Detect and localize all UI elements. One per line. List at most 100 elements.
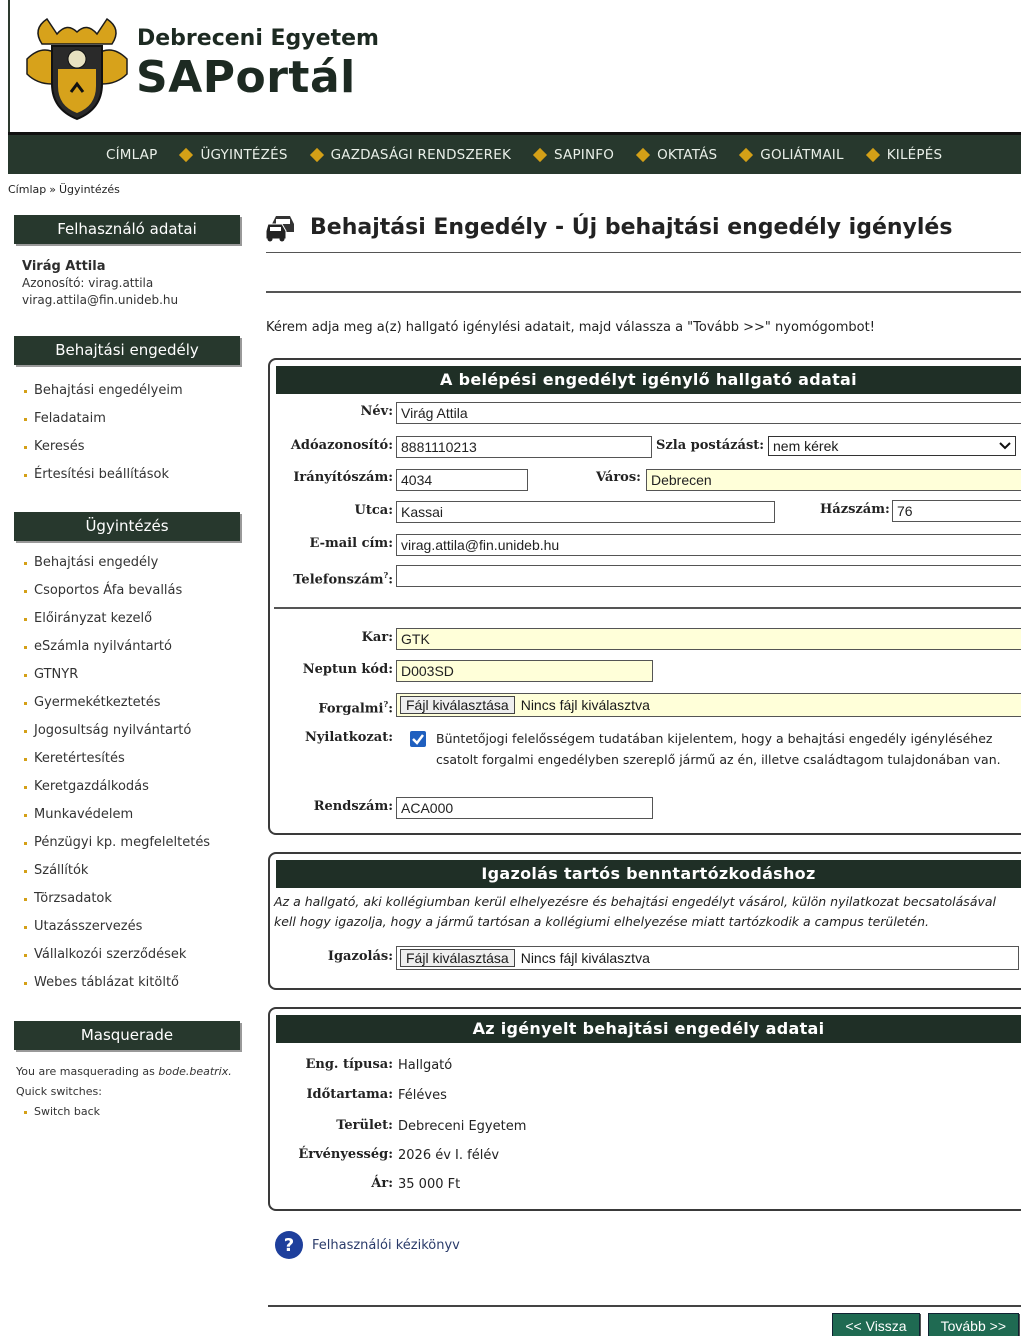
residence-certificate-text: Az a hallgató, aki kollégiumban kerül el… [274, 894, 997, 929]
menu-item[interactable]: Munkavédelem [24, 801, 240, 829]
nav-oktatas[interactable]: OKTATÁS [636, 147, 717, 163]
menu-item[interactable]: Keretértesítés [24, 745, 240, 773]
menu-link[interactable]: eSzámla nyilvántartó [34, 633, 172, 661]
menu-item[interactable]: Keretgazdálkodás [24, 773, 240, 801]
faculty-input[interactable]: GTK [396, 628, 1021, 650]
menu-item[interactable]: Webes táblázat kitöltő [24, 969, 240, 997]
menu-link[interactable]: Törzsadatok [34, 885, 112, 913]
bullet-icon [24, 417, 27, 421]
university-name: Debreceni Egyetem [137, 26, 379, 51]
file-status: Nincs fájl kiválasztva [520, 697, 650, 713]
menu-link[interactable]: Pénzügyi kp. megfeleltetés [34, 829, 210, 857]
bullet-icon [24, 757, 27, 761]
menu-link[interactable]: Munkavédelem [34, 801, 133, 829]
bullet-icon [24, 813, 27, 817]
menu-item[interactable]: Keresés [24, 433, 240, 461]
invoice-postage-select[interactable]: nem kérek [768, 436, 1016, 456]
tax-id-label: Adóazonosító: [290, 438, 393, 453]
menu-link[interactable]: Szállítók [34, 857, 88, 885]
menu-item[interactable]: Vállalkozói szerződések [24, 941, 240, 969]
menu-link[interactable]: Csoportos Áfa bevallás [34, 577, 182, 605]
nav-kilepes[interactable]: KILÉPÉS [865, 146, 943, 163]
cars-icon [266, 216, 294, 242]
diamond-icon [865, 147, 880, 162]
menu-item[interactable]: Szállítók [24, 857, 240, 885]
plate-input[interactable]: ACA000 [396, 797, 653, 819]
nav-gazdasagi-rendszerek[interactable]: GAZDASÁGI RENDSZEREK [309, 147, 511, 163]
plate-label: Rendszám: [313, 799, 393, 814]
street-input[interactable]: Kassai [396, 501, 775, 523]
choose-file-button[interactable]: Fájl kiválasztása [400, 696, 515, 714]
menu-link[interactable]: Értesítési beállítások [34, 461, 169, 489]
certificate-file-input[interactable]: Fájl kiválasztása Nincs fájl kiválasztva [396, 946, 1019, 970]
nav-label: KILÉPÉS [886, 146, 943, 163]
menu-link[interactable]: Keretértesítés [34, 745, 125, 773]
menu-link[interactable]: Feladataim [34, 405, 106, 433]
portal-name: SAPortál [136, 52, 356, 103]
menu-item[interactable]: Behajtási engedély [24, 549, 240, 577]
nav-goliatmail[interactable]: GOLIÁTMAIL [739, 147, 844, 163]
menu-link[interactable]: Webes táblázat kitöltő [34, 969, 179, 997]
permit-details-panel: Az igényelt behajtási engedély adatai En… [268, 1007, 1021, 1211]
declaration-label: Nyilatkozat: [304, 730, 393, 745]
nav-cimlap[interactable]: CÍMLAP [106, 147, 157, 163]
neptun-input[interactable]: D003SD [396, 660, 653, 682]
switch-back-link[interactable]: Switch back [24, 1102, 240, 1122]
phone-label: Telefonszám?: [293, 570, 393, 588]
switch-back-label: Switch back [34, 1105, 101, 1118]
duration-label: Időtartama: [306, 1087, 393, 1102]
file-status: Nincs fájl kiválasztva [520, 950, 650, 966]
next-button[interactable]: Tovább >> [927, 1313, 1019, 1336]
menu-link[interactable]: Utazásszervezés [34, 913, 142, 941]
menu-item[interactable]: Törzsadatok [24, 885, 240, 913]
form-buttons: << Vissza Tovább >> [832, 1313, 1019, 1336]
choose-file-button[interactable]: Fájl kiválasztása [400, 949, 515, 967]
declaration-checkbox[interactable] [410, 731, 426, 747]
nav-ugyintezes[interactable]: ÜGYINTÉZÉS [179, 147, 287, 163]
masquerade-status: You are masquerading as bode.beatrix. [16, 1062, 240, 1082]
main-nav: CÍMLAP ÜGYINTÉZÉS GAZDASÁGI RENDSZEREK S… [8, 132, 1021, 174]
house-number-input[interactable]: 76 [892, 500, 1021, 522]
city-input[interactable]: Debrecen [646, 469, 1021, 491]
nav-sapinfo[interactable]: SAPINFO [532, 147, 614, 163]
menu-item[interactable]: eSzámla nyilvántartó [24, 633, 240, 661]
tax-id-input[interactable]: 8881110213 [396, 436, 652, 458]
back-button[interactable]: << Vissza [832, 1313, 920, 1336]
menu-item[interactable]: Előirányzat kezelő [24, 605, 240, 633]
breadcrumb-home-link[interactable]: Címlap [8, 183, 46, 196]
menu-item[interactable]: GTNYR [24, 661, 240, 689]
manual-link[interactable]: ? Felhasználói kézikönyv [274, 1230, 460, 1260]
menu-link[interactable]: Keresés [34, 433, 84, 461]
page-title: Behajtási Engedély - Új behajtási engedé… [266, 205, 1021, 249]
menu-link[interactable]: Gyermekétkeztetés [34, 689, 161, 717]
menu-item[interactable]: Csoportos Áfa bevallás [24, 577, 240, 605]
menu-link[interactable]: Előirányzat kezelő [34, 605, 152, 633]
name-input[interactable]: Virág Attila [396, 402, 1021, 424]
bullet-icon [24, 729, 27, 733]
menu-item[interactable]: Gyermekétkeztetés [24, 689, 240, 717]
menu-link[interactable]: Behajtási engedélyeim [34, 377, 183, 405]
menu-link[interactable]: Jogosultság nyilvántartó [34, 717, 191, 745]
menu-link[interactable]: Keretgazdálkodás [34, 773, 149, 801]
menu-item[interactable]: Utazásszervezés [24, 913, 240, 941]
menu-item[interactable]: Jogosultság nyilvántartó [24, 717, 240, 745]
menu-item[interactable]: Értesítési beállítások [24, 461, 240, 489]
section-divider [274, 607, 1021, 609]
svg-text:?: ? [284, 1235, 294, 1256]
menu-item[interactable]: Pénzügyi kp. megfeleltetés [24, 829, 240, 857]
email-input[interactable]: virag.attila@fin.unideb.hu [396, 534, 1021, 556]
forgalmi-label: Forgalmi?: [318, 699, 393, 717]
email-label: E-mail cím: [309, 536, 393, 551]
faculty-label: Kar: [361, 630, 393, 645]
forgalmi-file-input[interactable]: Fájl kiválasztása Nincs fájl kiválasztva [396, 693, 1021, 717]
bullet-icon [24, 925, 27, 929]
menu-link[interactable]: GTNYR [34, 661, 78, 689]
phone-input[interactable] [396, 565, 1021, 587]
menu-link[interactable]: Behajtási engedély [34, 549, 158, 577]
bullet-icon [24, 897, 27, 901]
zip-input[interactable]: 4034 [396, 469, 528, 491]
menu-item[interactable]: Behajtási engedélyeim [24, 377, 240, 405]
user-email: virag.attila@fin.unideb.hu [22, 293, 179, 307]
menu-link[interactable]: Vállalkozói szerződések [34, 941, 186, 969]
menu-item[interactable]: Feladataim [24, 405, 240, 433]
